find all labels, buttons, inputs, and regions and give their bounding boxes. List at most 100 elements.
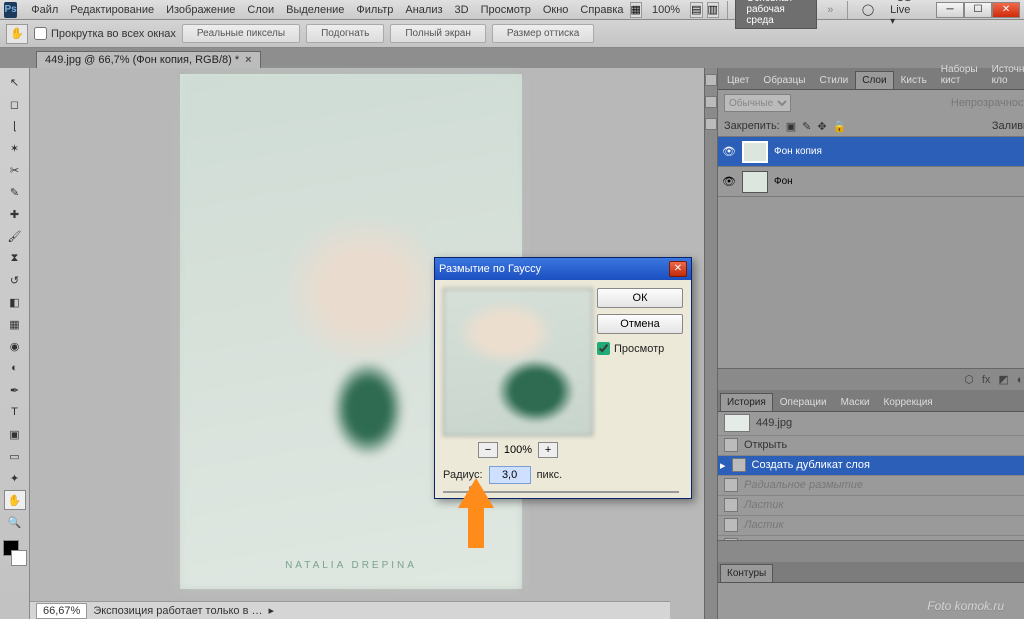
arrange-docs-icon[interactable]: ▥ [707,2,719,18]
preview-checkbox[interactable]: Просмотр [597,342,683,355]
move-tool-icon[interactable]: ↖ [4,72,26,92]
crop-tool-icon[interactable]: ✂ [4,160,26,180]
layer-row[interactable]: 👁 Фон 🔒 [718,167,1024,197]
menu-window[interactable]: Окно [537,4,575,16]
print-size-button[interactable]: Размер оттиска [492,24,594,43]
status-chevron-icon[interactable]: ▸ [269,604,275,617]
collapsed-panel-icon[interactable] [705,74,717,86]
layer-row[interactable]: 👁 Фон копия [718,137,1024,167]
type-tool-icon[interactable]: T [4,402,26,422]
ok-button[interactable]: ОК [597,288,683,308]
menu-layers[interactable]: Слои [241,4,280,16]
tab-styles[interactable]: Стили [812,71,855,89]
tab-brush-presets[interactable]: Наборы кист [934,60,985,89]
blur-tool-icon[interactable]: ◉ [4,336,26,356]
zoom-tool-icon[interactable]: 🔍 [4,512,26,532]
history-brush-tool-icon[interactable]: ↺ [4,270,26,290]
blend-mode-select[interactable]: Обычные [724,94,791,112]
layer-name[interactable]: Фон копия [774,146,822,157]
collapsed-panels-strip[interactable] [704,68,718,619]
layer-thumbnail[interactable] [742,171,768,193]
tab-actions[interactable]: Операции [773,393,834,411]
radius-input[interactable] [489,466,531,484]
layer-style-icon[interactable]: fx [982,374,991,386]
menu-file[interactable]: Файл [25,4,64,16]
shape-tool-icon[interactable]: ▭ [4,446,26,466]
quick-select-tool-icon[interactable]: ✶ [4,138,26,158]
pen-tool-icon[interactable]: ✒ [4,380,26,400]
full-screen-button[interactable]: Полный экран [390,24,486,43]
marquee-tool-icon[interactable]: ◻ [4,94,26,114]
tab-clone-source[interactable]: Источник кло [985,60,1024,89]
collapsed-panel-icon[interactable] [705,96,717,108]
menu-filter[interactable]: Фильтр [350,4,399,16]
zoom-field[interactable]: 66,67% [36,603,87,619]
tab-layers[interactable]: Слои [855,71,893,89]
launch-bridge-icon[interactable]: ▦ [630,2,642,18]
tab-color[interactable]: Цвет [720,71,756,89]
tab-brush[interactable]: Кисть [894,71,934,89]
dialog-preview[interactable] [443,288,593,436]
history-snapshot[interactable]: 449.jpg [718,412,1024,436]
menu-help[interactable]: Справка [574,4,629,16]
view-extras-icon[interactable]: ▤ [690,2,702,18]
fit-screen-button[interactable]: Подогнать [306,24,384,43]
window-close-button[interactable]: ✕ [992,2,1020,18]
lock-position-icon[interactable]: ✥ [817,120,826,133]
eraser-tool-icon[interactable]: ◧ [4,292,26,312]
layer-thumbnail[interactable] [742,141,768,163]
tab-history[interactable]: История [720,393,773,411]
workspace-more-icon[interactable]: » [821,4,839,16]
adjustment-layer-icon[interactable]: ◐ [1017,374,1024,386]
scroll-all-checkbox[interactable]: Прокрутка во всех окнах [34,27,176,40]
history-step[interactable]: ▸Создать дубликат слоя [718,456,1024,476]
hand-tool-icon[interactable]: ✋ [4,490,26,510]
tab-adjustments[interactable]: Коррекция [877,393,940,411]
menu-3d[interactable]: 3D [449,4,475,16]
history-step[interactable]: Ластик [718,496,1024,516]
tab-swatches[interactable]: Образцы [756,71,812,89]
hand-tool-icon[interactable]: ✋ [6,24,28,44]
window-maximize-button[interactable]: ☐ [964,2,992,18]
document-tab[interactable]: 449.jpg @ 66,7% (Фон копия, RGB/8) * × [36,51,261,68]
dialog-titlebar[interactable]: Размытие по Гауссу ✕ [435,258,691,280]
menu-view[interactable]: Просмотр [475,4,537,16]
layer-name[interactable]: Фон [774,176,793,187]
healing-tool-icon[interactable]: ✚ [4,204,26,224]
history-step[interactable]: Радиальное размытие [718,476,1024,496]
tab-masks[interactable]: Маски [834,393,877,411]
brush-tool-icon[interactable]: 🖌 [4,226,26,246]
color-swatches[interactable] [3,540,27,566]
visibility-icon[interactable]: 👁 [722,175,736,189]
history-step[interactable]: Ластик [718,516,1024,536]
lasso-tool-icon[interactable]: ɭ [4,116,26,136]
menu-analysis[interactable]: Анализ [399,4,448,16]
tab-paths[interactable]: Контуры [720,564,773,582]
link-layers-icon[interactable]: ⬡ [964,373,974,386]
zoom-out-button[interactable]: − [478,442,498,458]
stamp-tool-icon[interactable]: ⧗ [4,248,26,268]
background-color[interactable] [11,550,27,566]
lock-all-icon[interactable]: 🔒 [833,120,847,133]
cs-live-button[interactable]: CS Live ▾ [884,0,926,27]
3d-tool-icon[interactable]: ✦ [4,468,26,488]
gradient-tool-icon[interactable]: ▦ [4,314,26,334]
path-select-tool-icon[interactable]: ▣ [4,424,26,444]
menu-select[interactable]: Выделение [280,4,350,16]
lock-paint-icon[interactable]: ✎ [802,120,811,133]
zoom-level[interactable]: 100% [646,4,686,16]
dialog-close-button[interactable]: ✕ [669,261,687,277]
close-tab-icon[interactable]: × [245,54,251,66]
visibility-icon[interactable]: 👁 [722,145,736,159]
zoom-in-button[interactable]: + [538,442,558,458]
menu-edit[interactable]: Редактирование [64,4,160,16]
menu-image[interactable]: Изображение [160,4,241,16]
history-step[interactable]: Открыть [718,436,1024,456]
dodge-tool-icon[interactable]: ◐ [4,358,26,378]
cancel-button[interactable]: Отмена [597,314,683,334]
layer-mask-icon[interactable]: ◩ [998,373,1008,386]
actual-pixels-button[interactable]: Реальные пикселы [182,24,300,43]
eyedropper-tool-icon[interactable]: ✎ [4,182,26,202]
collapsed-panel-icon[interactable] [705,118,717,130]
workspace-switcher[interactable]: Основная рабочая среда [735,0,817,29]
